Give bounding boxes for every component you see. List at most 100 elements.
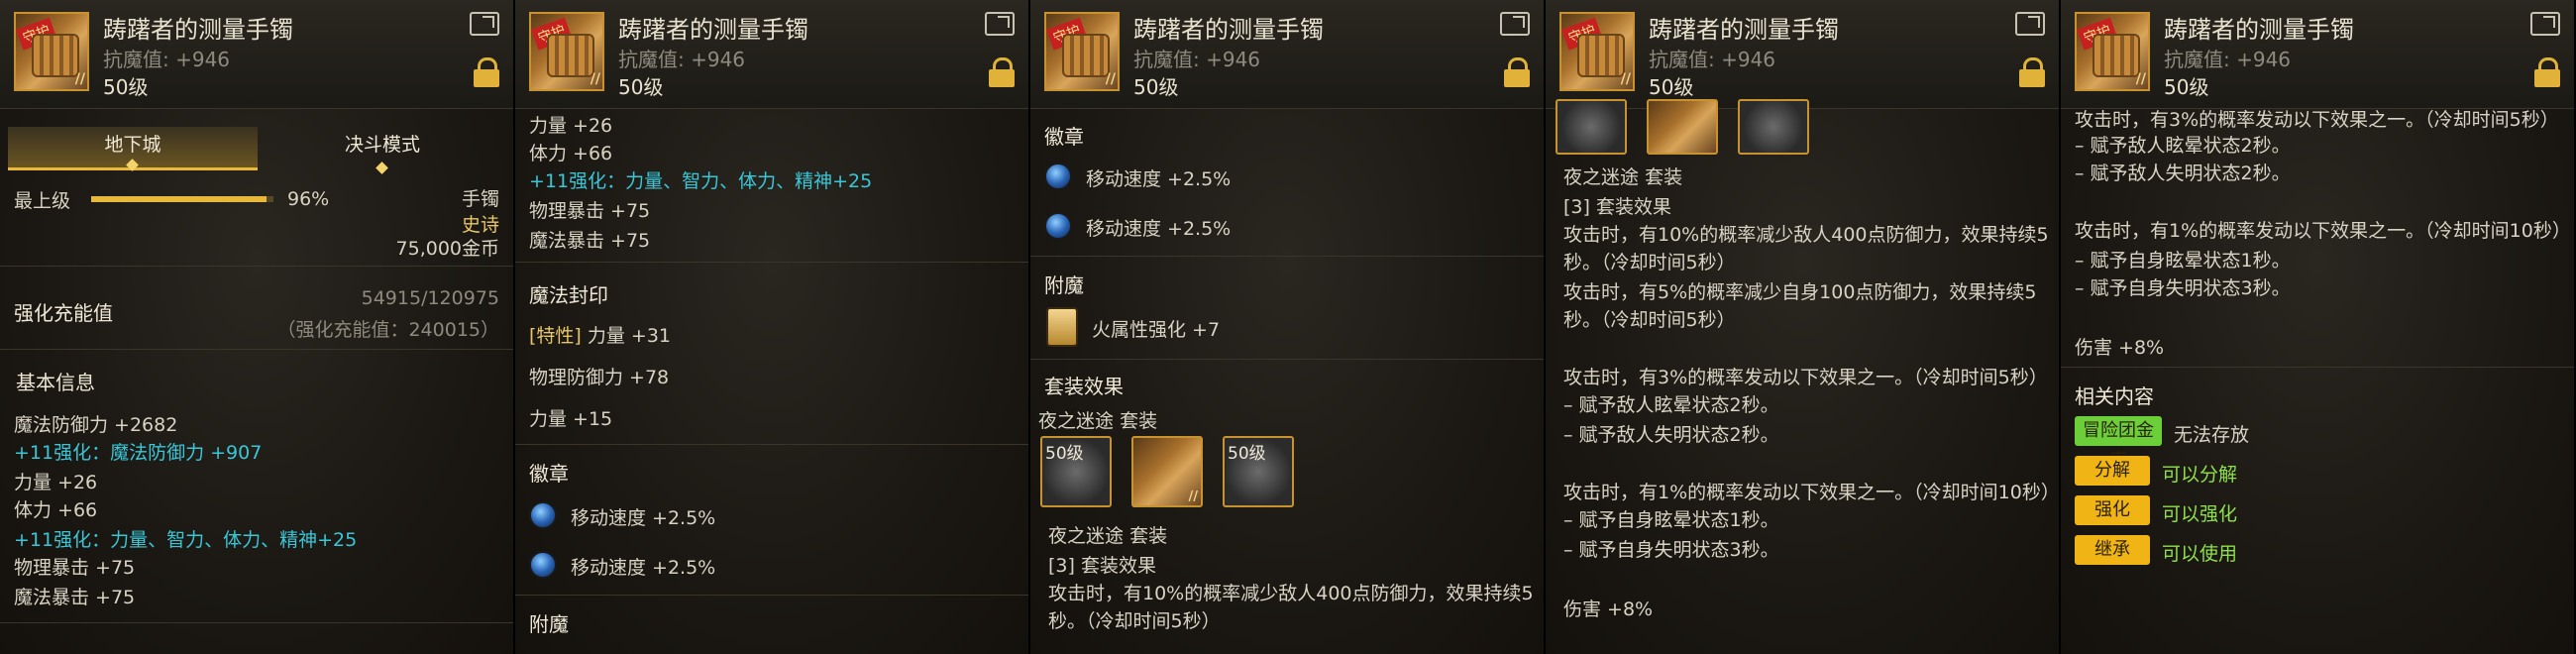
- stat-line: 力量 +26: [14, 472, 98, 493]
- disassemble-chip[interactable]: 分解: [2075, 456, 2150, 486]
- bracelet-roll-icon: [2093, 34, 2140, 77]
- tooltip-panel-2: 守护// 踌躇者的测量手镯 抗魔值: +946 50级 力量 +26 体力 +6…: [515, 0, 1030, 654]
- tooltip-panel-1: 守护// 踌躇者的测量手镯 抗魔值: +946 50级 地下城 决斗模式 最上级…: [0, 0, 515, 654]
- grade-percent: 96%: [287, 188, 330, 210]
- bracelet-roll-icon: [1577, 34, 1625, 77]
- mode-tabs: 地下城 决斗模式: [8, 127, 507, 174]
- enhance-chip[interactable]: 强化: [2075, 495, 2150, 525]
- vault-chip: 冒险团金库: [2075, 416, 2162, 471]
- set-effect-line: 攻击时，有10%的概率减少敌人400点防御力，效果持续5: [1563, 224, 2049, 246]
- item-header: 守护// 踌躇者的测量手镯 抗魔值: +946 50级: [1030, 0, 1544, 109]
- share-icon[interactable]: [2015, 12, 2045, 36]
- emblem-orb-icon: [1044, 212, 1072, 240]
- seal-main: [特性] 力量 +31: [529, 321, 671, 348]
- emblem-line: 移动速度 +2.5%: [1086, 218, 1232, 240]
- emblem-orb-icon: [1044, 163, 1072, 190]
- set-effect-line: – 赋予敌人失明状态2秒。: [1563, 424, 1779, 446]
- set-effect-line: 攻击时，有1%的概率发动以下效果之一。（冷却时间10秒）: [2075, 220, 2571, 242]
- lock-icon[interactable]: [2534, 57, 2560, 87]
- price: 75,000金币: [395, 238, 499, 260]
- stat-line: 物理暴击 +75: [14, 557, 136, 579]
- set-piece-slot-bracelet[interactable]: //: [1131, 436, 1203, 507]
- set-effect-line: 伤害 +8%: [2075, 337, 2165, 359]
- stat-line: 体力 +66: [529, 143, 613, 164]
- set-effect-line: – 赋予敌人眩晕状态2秒。: [1563, 394, 1779, 416]
- item-resistance: 抗魔值: +946: [2164, 48, 2292, 71]
- set-piece-slot[interactable]: [1738, 99, 1809, 155]
- set-name-line: 夜之迷途 套装: [1038, 406, 1157, 433]
- item-tag-icon: //: [1620, 71, 1631, 87]
- seal-title: 魔法封印: [529, 283, 608, 307]
- set-suffix: 套装: [1120, 410, 1158, 432]
- set-count: [3] 套装效果: [1048, 555, 1156, 577]
- set-name-line: 夜之迷途 套装: [1048, 521, 1167, 548]
- emblem-title: 徽章: [1044, 125, 1084, 149]
- item-name: 踌躇者的测量手镯: [1133, 16, 1324, 44]
- set-piece-slot[interactable]: 50级: [1040, 436, 1112, 507]
- emblem-title: 徽章: [529, 462, 569, 486]
- set-effect-line: – 赋予敌人眩晕状态2秒。: [2075, 135, 2291, 157]
- slot-type: 手镯: [461, 188, 499, 210]
- item-level: 50级: [1649, 75, 1694, 99]
- set-effect-line: 秒。（冷却时间5秒）: [1563, 309, 1736, 331]
- share-icon[interactable]: [985, 12, 1015, 36]
- set-piece-slot[interactable]: [1556, 99, 1627, 155]
- lock-icon[interactable]: [1504, 57, 1530, 87]
- set-effect-line: 攻击时，有1%的概率发动以下效果之一。（冷却时间10秒）: [1563, 482, 2060, 503]
- item-resistance: 抗魔值: +946: [618, 48, 746, 71]
- set-effect-line: 秒。（冷却时间5秒）: [1048, 610, 1221, 632]
- set-effect-line: – 赋予自身失明状态3秒。: [1563, 539, 1779, 561]
- enhance-value: 54915/120975: [361, 287, 499, 309]
- set-piece-slot-bracelet[interactable]: [1647, 99, 1718, 155]
- stat-line: +11强化：力量、智力、体力、精神+25: [529, 170, 873, 192]
- enhance-label: 强化充能值: [14, 301, 113, 325]
- stat-line: 物理暴击 +75: [529, 200, 651, 222]
- item-name: 踌躇者的测量手镯: [103, 16, 293, 44]
- item-name: 踌躇者的测量手镯: [1649, 16, 1839, 44]
- lock-icon[interactable]: [989, 57, 1015, 87]
- item-name: 踌躇者的测量手镯: [2164, 16, 2354, 44]
- item-resistance: 抗魔值: +946: [1133, 48, 1261, 71]
- item-tag-icon: //: [2135, 71, 2146, 87]
- lock-icon[interactable]: [474, 57, 499, 87]
- bracelet-icon: 守护//: [2075, 12, 2150, 91]
- enchant-line: 火属性强化 +7: [1092, 319, 1221, 341]
- tab-dungeon[interactable]: 地下城: [8, 127, 258, 171]
- related-text: 无法存放: [2174, 424, 2250, 446]
- seal-line: 力量 +15: [529, 408, 613, 430]
- set-piece-slot[interactable]: 50级: [1223, 436, 1294, 507]
- bracelet-roll-icon: [1062, 34, 1110, 77]
- set-effect-line: – 赋予敌人失明状态2秒。: [2075, 163, 2291, 184]
- related-text: 可以强化: [2162, 503, 2238, 525]
- related-text: 可以使用: [2162, 543, 2238, 565]
- set-name: 夜之迷途: [1563, 166, 1640, 188]
- seal-tag: [特性]: [529, 325, 582, 347]
- item-level: 50级: [618, 75, 664, 99]
- emblem-orb-icon: [529, 501, 557, 529]
- tooltip-panel-3: 守护// 踌躇者的测量手镯 抗魔值: +946 50级 徽章 移动速度 +2.5…: [1030, 0, 1546, 654]
- tooltip-panel-5: 守护// 踌躇者的测量手镯 抗魔值: +946 50级 攻击时，有3%的概率发动…: [2061, 0, 2576, 654]
- seal-main-value: 力量 +31: [587, 325, 672, 347]
- share-icon[interactable]: [470, 12, 499, 36]
- set-count: [3] 套装效果: [1563, 196, 1671, 218]
- set-effect-line: – 赋予自身眩晕状态1秒。: [1563, 509, 1779, 531]
- lock-icon[interactable]: [2019, 57, 2045, 87]
- set-effect-line: 攻击时，有3%的概率发动以下效果之一。（冷却时间5秒）: [2075, 109, 2559, 131]
- inherit-chip[interactable]: 继承: [2075, 535, 2150, 565]
- set-effect-line: 攻击时，有5%的概率减少自身100点防御力，效果持续5: [1563, 281, 2037, 303]
- slot-level: 50级: [1228, 444, 1266, 464]
- share-icon[interactable]: [1500, 12, 1530, 36]
- bracelet-icon: 守护//: [1044, 12, 1120, 91]
- set-name: 夜之迷途: [1038, 410, 1115, 432]
- tooltip-panel-4: 守护// 踌躇者的测量手镯 抗魔值: +946 50级 夜之迷途 套装 [3] …: [1546, 0, 2061, 654]
- tooltip-strip: 守护// 踌躇者的测量手镯 抗魔值: +946 50级 地下城 决斗模式 最上级…: [0, 0, 2576, 654]
- stat-line: 力量 +26: [529, 115, 613, 137]
- emblem-line: 移动速度 +2.5%: [571, 507, 716, 529]
- item-tag-icon: //: [590, 71, 600, 87]
- share-icon[interactable]: [2530, 12, 2560, 36]
- item-resistance: 抗魔值: +946: [1649, 48, 1776, 71]
- enchant-title: 附魔: [1044, 273, 1084, 297]
- item-header: 守护// 踌躇者的测量手镯 抗魔值: +946 50级: [515, 0, 1028, 109]
- item-level: 50级: [103, 75, 149, 99]
- tab-pvp[interactable]: 决斗模式: [258, 127, 507, 174]
